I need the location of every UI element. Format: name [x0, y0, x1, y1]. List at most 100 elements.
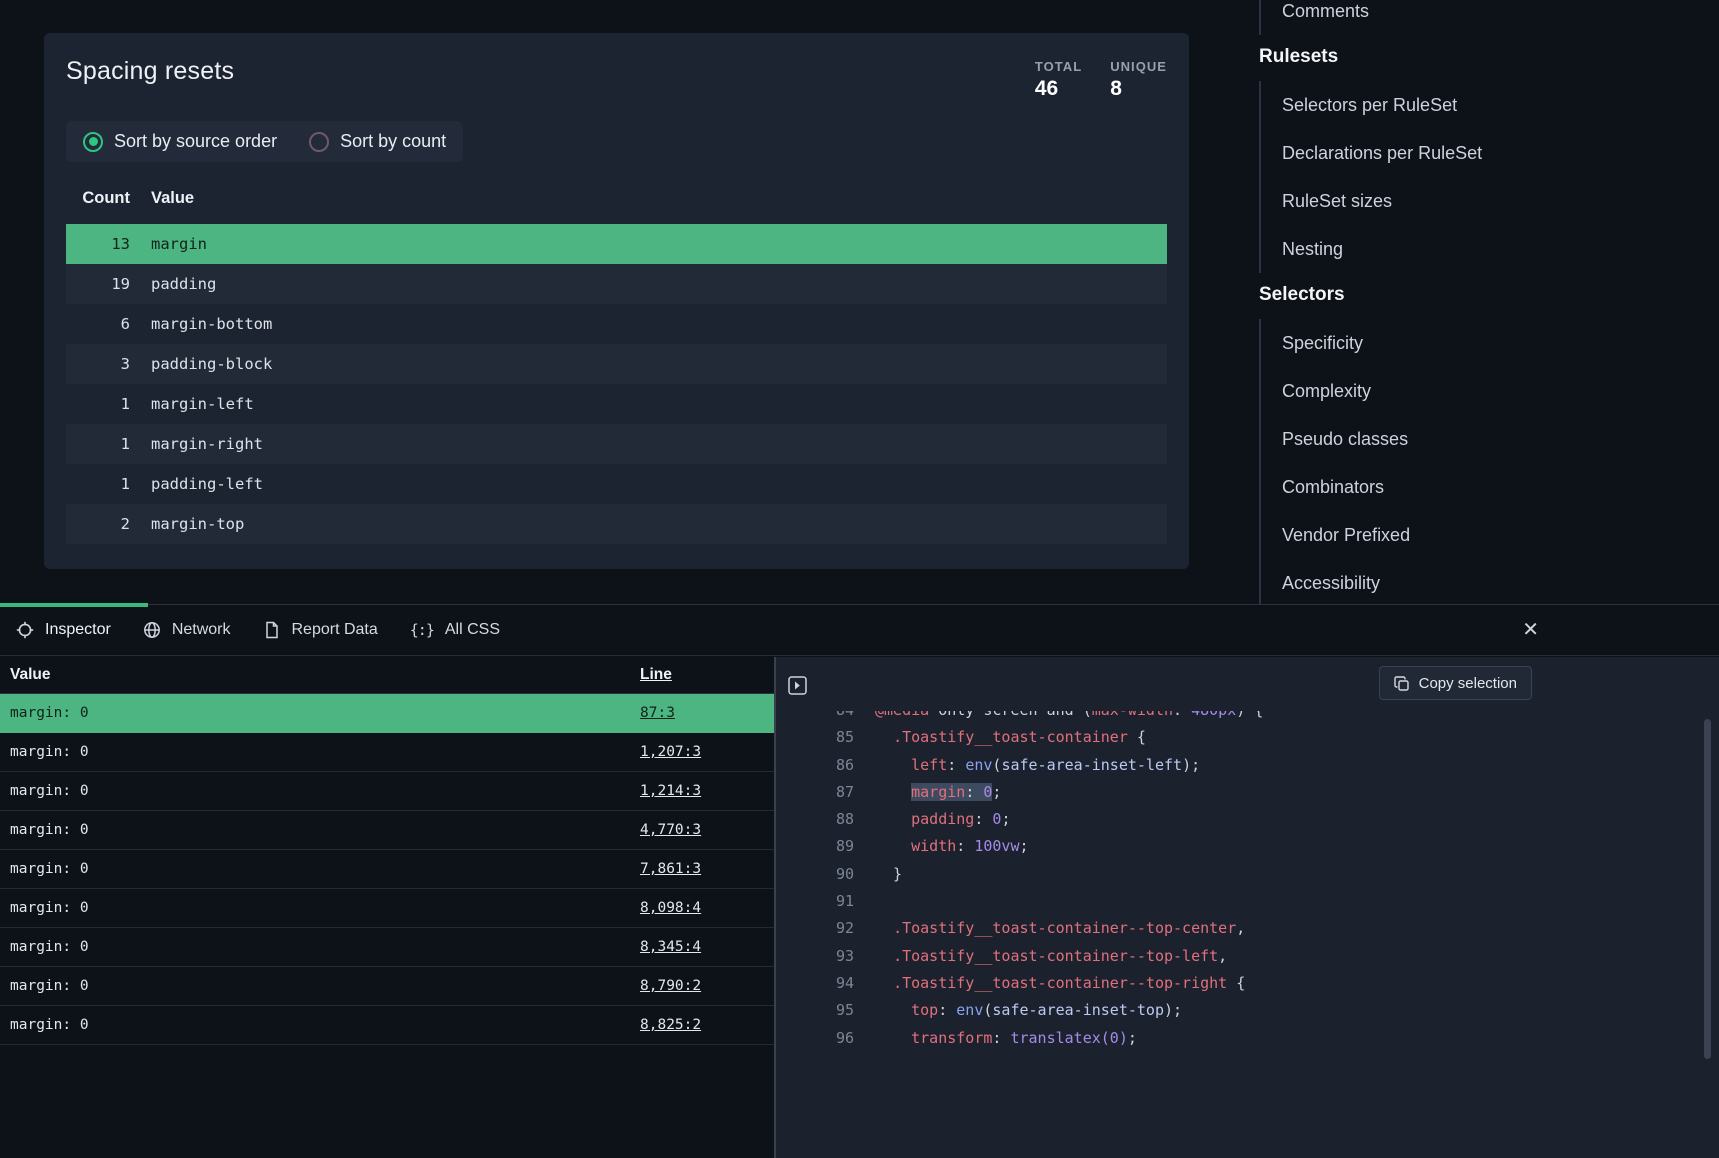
- row-value: padding-block: [151, 355, 272, 373]
- sidebar-item-pseudo-classes[interactable]: Pseudo classes: [1261, 415, 1699, 463]
- declaration-value: margin: 0: [0, 1017, 89, 1033]
- sidebar-item-vendor-prefixed[interactable]: Vendor Prefixed: [1261, 511, 1699, 559]
- sidebar-sections: Rulesets Selectors per RuleSetDeclaration…: [1259, 46, 1699, 607]
- table-row[interactable]: 3 padding-block: [66, 344, 1167, 384]
- inspector-row[interactable]: margin: 0 8,825:2: [0, 1006, 774, 1045]
- line-number: 93: [776, 943, 854, 970]
- table-row[interactable]: 19padding: [66, 264, 1167, 304]
- line-link[interactable]: 8,098:4: [640, 900, 701, 916]
- declaration-value: margin: 0: [0, 978, 89, 994]
- line-link[interactable]: 4,770:3: [640, 822, 701, 838]
- code-line: 94 .Toastify__toast-container--top-right…: [776, 970, 1719, 997]
- declaration-value: margin: 0: [0, 822, 89, 838]
- inspector-row[interactable]: margin: 01,207:3: [0, 733, 774, 772]
- inspector-row[interactable]: margin: 0 87:3: [0, 694, 774, 733]
- row-count: 2: [66, 515, 130, 533]
- sort-by-count-option[interactable]: Sort by count: [309, 131, 446, 152]
- sidebar-header-rulesets: Rulesets: [1259, 46, 1699, 68]
- line-link[interactable]: 7,861:3: [640, 861, 701, 877]
- line-number: 84: [776, 711, 854, 724]
- code-line: 90 }: [776, 861, 1719, 888]
- sidebar-group: SpecificityComplexityPseudo classesCombi…: [1259, 319, 1699, 607]
- copy-selection-button[interactable]: Copy selection: [1379, 666, 1532, 700]
- sidebar-item-comments[interactable]: Comments: [1261, 0, 1699, 35]
- stat-unique-value: 8: [1110, 77, 1167, 101]
- active-tab-indicator: [0, 603, 148, 607]
- row-count: 1: [66, 475, 130, 493]
- row-count: 3: [66, 355, 130, 373]
- globe-icon: [143, 621, 161, 639]
- value-column-header: Value: [151, 189, 194, 208]
- table-row[interactable]: 1padding-left: [66, 464, 1167, 504]
- tab-report-data-label: Report Data: [292, 621, 378, 639]
- declaration-value: margin: 0: [0, 939, 89, 955]
- line-number: 86: [776, 752, 854, 779]
- stat-unique-label: UNIQUE: [1110, 59, 1167, 74]
- line-link[interactable]: 1,214:3: [640, 783, 701, 799]
- spacing-resets-card: Spacing resets TOTAL 46 UNIQUE 8 Sort by…: [44, 33, 1189, 569]
- line-link[interactable]: 1,207:3: [640, 744, 701, 760]
- tab-inspector[interactable]: Inspector: [0, 605, 127, 655]
- inspector-row[interactable]: margin: 01,214:3: [0, 772, 774, 811]
- inspector-row[interactable]: margin: 07,861:3: [0, 850, 774, 889]
- code-text: left: env(safe-area-inset-left);: [875, 752, 1200, 779]
- sort-by-count-label: Sort by count: [340, 131, 446, 152]
- code-scrollbar[interactable]: [1704, 719, 1711, 1059]
- table-row[interactable]: 1margin-right: [66, 424, 1167, 464]
- table-row[interactable]: 6margin-bottom: [66, 304, 1167, 344]
- line-number: 91: [776, 888, 854, 915]
- code-line: 86 left: env(safe-area-inset-left);: [776, 752, 1719, 779]
- line-number: 85: [776, 724, 854, 751]
- sidebar-item-specificity[interactable]: Specificity: [1261, 319, 1699, 367]
- line-number: 92: [776, 915, 854, 942]
- table-row[interactable]: 2margin-top: [66, 504, 1167, 544]
- row-value: margin: [151, 235, 207, 253]
- line-link[interactable]: 8,345:4: [640, 939, 701, 955]
- tab-report-data[interactable]: Report Data: [247, 605, 394, 655]
- inspector-row[interactable]: margin: 0 8,345:4: [0, 928, 774, 967]
- count-column-header: Count: [66, 189, 130, 208]
- inspector-line-header[interactable]: Line: [640, 666, 672, 684]
- inspector-table-body: margin: 087:3margin: 01,207:3margin: 01,…: [0, 694, 774, 1045]
- inspector-row[interactable]: margin: 08,098:4: [0, 889, 774, 928]
- spacing-table-body: 13margin19padding6margin-bottom 3 padding-…: [66, 224, 1167, 544]
- declaration-value: margin: 0: [0, 705, 89, 721]
- close-icon[interactable]: ✕: [1522, 620, 1539, 640]
- line-number: 95: [776, 997, 854, 1024]
- code-text: padding: 0;: [875, 806, 1010, 833]
- sidebar-item-ruleset-sizes[interactable]: RuleSet sizes: [1261, 177, 1699, 225]
- sidebar-item-selectors-per-ruleset[interactable]: Selectors per RuleSet: [1261, 81, 1699, 129]
- expand-panel-icon[interactable]: [788, 676, 807, 695]
- inspector-row[interactable]: margin: 0 4,770:3: [0, 811, 774, 850]
- code-text: margin: 0;: [875, 779, 1001, 806]
- code-text: .Toastify__toast-container--top-left,: [875, 943, 1227, 970]
- code-line: 85 .Toastify__toast-container {: [776, 724, 1719, 751]
- tab-all-css[interactable]: {:} All CSS: [394, 605, 516, 655]
- sidebar-item-complexity[interactable]: Complexity: [1261, 367, 1699, 415]
- line-link[interactable]: 8,790:2: [640, 978, 701, 994]
- tab-network[interactable]: Network: [127, 605, 247, 655]
- row-count: 6: [66, 315, 130, 333]
- card-header: Spacing resets TOTAL 46 UNIQUE 8: [66, 57, 1167, 101]
- stats: TOTAL 46 UNIQUE 8: [1035, 57, 1167, 101]
- sort-by-source-order-label: Sort by source order: [114, 131, 277, 152]
- sort-options-group: Sort by source order Sort by count: [66, 121, 463, 162]
- line-number: 87: [776, 779, 854, 806]
- row-value: padding: [151, 275, 216, 293]
- devtools-panel: Inspector Network Report Data {:}: [0, 604, 1719, 1158]
- inspector-row[interactable]: margin: 0 8,790:2: [0, 967, 774, 1006]
- sort-by-source-order-option[interactable]: Sort by source order: [83, 131, 277, 152]
- devtools-panes: Value Line margin: 087:3margin: 01,207:3…: [0, 657, 1719, 1158]
- target-icon: [16, 621, 34, 639]
- code-text: .Toastify__toast-container--top-center,: [875, 915, 1245, 942]
- line-link[interactable]: 8,825:2: [640, 1017, 701, 1033]
- sidebar-item-combinators[interactable]: Combinators: [1261, 463, 1699, 511]
- line-link[interactable]: 87:3: [640, 705, 675, 721]
- sidebar-item-declarations-per-ruleset[interactable]: Declarations per RuleSet: [1261, 129, 1699, 177]
- app: Spacing resets TOTAL 46 UNIQUE 8 Sort by…: [0, 0, 1719, 1158]
- table-row[interactable]: 1margin-left: [66, 384, 1167, 424]
- radio-selected-icon: [83, 132, 103, 152]
- sidebar-item-nesting[interactable]: Nesting: [1261, 225, 1699, 273]
- sidebar-item-accessibility[interactable]: Accessibility: [1261, 559, 1699, 607]
- table-row[interactable]: 13margin: [66, 224, 1167, 264]
